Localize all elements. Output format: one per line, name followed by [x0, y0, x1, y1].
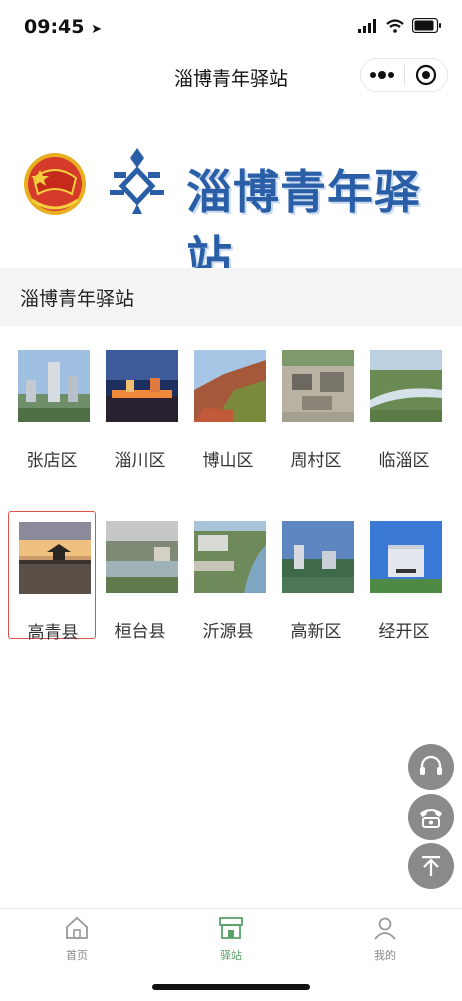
district-label: 高青县 — [27, 623, 79, 643]
district-photo-linzi — [370, 350, 442, 422]
customer-service-button[interactable] — [408, 744, 454, 790]
district-photo-gaoxin — [282, 521, 354, 593]
district-card-gaoqing[interactable]: 高青县 — [8, 511, 96, 643]
tab-station[interactable]: 驿站 — [154, 915, 308, 963]
status-bar: 09:45 ➤ — [0, 0, 462, 52]
district-label: 临淄区 — [378, 451, 430, 471]
section-header: 淄博青年驿站 — [0, 268, 462, 326]
user-icon — [374, 917, 396, 940]
time-text: 09:45 — [24, 16, 85, 38]
district-label: 桓台县 — [114, 622, 166, 642]
district-label: 高新区 — [290, 622, 342, 642]
district-card-yiyuan[interactable]: 沂源县 — [184, 511, 272, 642]
section-title: 淄博青年驿站 — [20, 288, 135, 310]
district-photo-jingkai — [370, 521, 442, 593]
district-photo-zichuan — [106, 350, 178, 422]
more-menu-button[interactable] — [361, 59, 404, 91]
location-arrow-icon: ➤ — [91, 22, 103, 37]
more-dots-icon — [370, 71, 395, 79]
district-card-linzi[interactable]: 临淄区 — [360, 340, 448, 471]
district-label: 淄川区 — [114, 451, 166, 471]
tab-home[interactable]: 首页 — [0, 915, 154, 963]
district-card-zhoucun[interactable]: 周村区 — [272, 340, 360, 471]
nav-bar: 淄博青年驿站 — [0, 52, 462, 100]
district-card-boshan[interactable]: 博山区 — [184, 340, 272, 471]
district-photo-huantai — [106, 521, 178, 593]
tab-label: 首页 — [66, 949, 88, 962]
district-photo-gaoqing — [19, 522, 91, 594]
signal-icon — [358, 18, 376, 33]
phone-button[interactable] — [408, 794, 454, 840]
district-label: 张店区 — [26, 451, 78, 471]
target-close-icon — [415, 64, 436, 86]
station-icon — [219, 917, 243, 939]
arrow-up-icon — [422, 856, 440, 876]
home-indicator — [152, 984, 310, 990]
district-label: 经开区 — [378, 622, 430, 642]
headset-icon — [420, 755, 442, 775]
battery-icon — [412, 18, 441, 33]
district-card-gaoxin[interactable]: 高新区 — [272, 511, 360, 642]
banner: 淄博青年驿站 — [0, 128, 462, 285]
district-photo-zhoucun — [282, 350, 354, 422]
district-card-huantai[interactable]: 桓台县 — [96, 511, 184, 642]
phone-icon — [420, 809, 442, 828]
tab-label: 驿站 — [220, 949, 242, 962]
status-time: 09:45 ➤ — [24, 16, 102, 38]
station-logo-icon — [110, 148, 164, 214]
wifi-icon — [386, 18, 404, 33]
status-icons — [358, 18, 442, 33]
home-icon — [66, 916, 88, 939]
tab-profile[interactable]: 我的 — [308, 915, 462, 963]
district-label: 周村区 — [290, 451, 342, 471]
district-label: 沂源县 — [202, 622, 254, 642]
district-card-zichuan[interactable]: 淄川区 — [96, 340, 184, 471]
mini-program-capsule — [360, 58, 448, 92]
district-card-zhangdian[interactable]: 张店区 — [8, 340, 96, 471]
district-photo-zhangdian — [18, 350, 90, 422]
district-photo-yiyuan — [194, 521, 266, 593]
youth-league-emblem-icon — [24, 153, 86, 215]
close-mini-program-button[interactable] — [405, 59, 448, 91]
back-to-top-button[interactable] — [408, 843, 454, 889]
district-photo-boshan — [194, 350, 266, 422]
tab-label: 我的 — [374, 949, 396, 962]
district-label: 博山区 — [202, 451, 254, 471]
district-card-jingkai[interactable]: 经开区 — [360, 511, 448, 642]
